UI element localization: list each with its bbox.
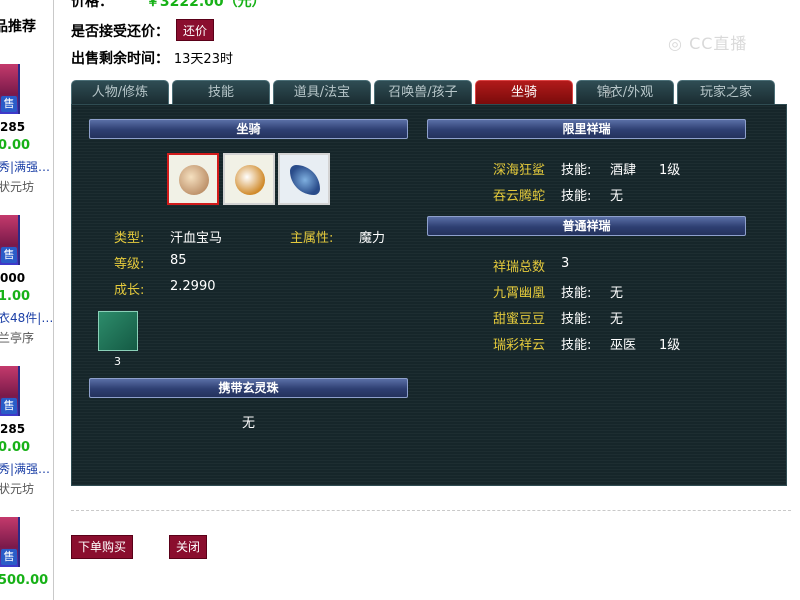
price-row: 价格： ￥3222.00（元） — [71, 0, 266, 11]
recommend-card[interactable]: 售 285 0.00 秀|满强… 状元坊 — [0, 366, 53, 506]
recommend-card[interactable]: 售 285 0.00 秀|满强… 状元坊 — [0, 64, 53, 204]
limited-name: 深海狂鲨 — [493, 163, 546, 178]
card-line1: 285 — [0, 422, 26, 436]
normal-skill: 巫医 — [610, 338, 637, 353]
detail-tabs: 人物/修炼 技能 道具/法宝 召唤兽/孩子 坐骑 锦衣/外观 玩家之家 — [71, 80, 787, 104]
card-desc[interactable]: 秀|满强… — [0, 460, 50, 477]
tab-skills[interactable]: 技能 — [172, 80, 270, 104]
recommend-card[interactable]: 售 500.00 — [0, 517, 53, 600]
mount-sheep-icon[interactable] — [223, 153, 275, 205]
remain-value: 13天23时 — [173, 52, 233, 67]
normal-name: 九霄幽凰 — [493, 286, 546, 301]
card-desc[interactable]: 秀|满强… — [0, 158, 50, 175]
main-attr-value: 魔力 — [359, 231, 386, 246]
growth-label: 成长: — [114, 283, 145, 298]
sell-badge: 售 — [1, 398, 17, 414]
skill-count: 3 — [114, 355, 121, 368]
mount-dragon-icon[interactable] — [278, 153, 330, 205]
limited-level: 1级 — [659, 163, 681, 178]
normal-name: 甜蜜豆豆 — [493, 312, 546, 327]
card-thumbnail[interactable]: 售 — [0, 517, 20, 567]
hand-cursor-icon: ☝ — [604, 86, 613, 102]
recommend-sidebar: 品推荐 售 285 0.00 秀|满强… 状元坊 售 000 1.00 衣48件… — [0, 0, 54, 600]
limited-skill: 无 — [610, 189, 624, 204]
remain-row: 出售剩余时间： 13天23时 — [71, 48, 233, 68]
tab-character[interactable]: 人物/修炼 — [71, 80, 169, 104]
normal-skill-label: 技能: — [561, 312, 592, 327]
stream-watermark: ◎ CC直播 — [668, 30, 747, 54]
card-price: 500.00 — [0, 573, 49, 588]
card-thumbnail[interactable]: 售 — [0, 366, 20, 416]
orb-value: 无 — [242, 416, 256, 431]
close-button[interactable]: 关闭 — [169, 535, 207, 559]
normal-level: 1级 — [659, 338, 681, 353]
type-value: 汗血宝马 — [170, 231, 223, 246]
footer-divider — [71, 510, 791, 511]
limited-skill-label: 技能: — [561, 163, 592, 178]
limited-name: 吞云腾蛇 — [493, 189, 546, 204]
mount-skill-icon[interactable] — [98, 311, 138, 351]
orb-section-header: 携带玄灵珠 — [89, 378, 408, 398]
card-seller: 兰亭序 — [0, 331, 35, 345]
price-value: ￥3222.00（元） — [145, 0, 266, 10]
limited-section-header: 限里祥瑞 — [427, 119, 746, 139]
type-label: 类型: — [114, 231, 145, 246]
mount-horse-icon[interactable] — [167, 153, 219, 205]
watermark-icon: ◎ — [668, 34, 683, 53]
card-price: 0.00 — [0, 440, 31, 455]
card-desc[interactable]: 衣48件|… — [0, 309, 53, 326]
main-attr-label: 主属性: — [290, 231, 334, 246]
mount-panel: 坐骑 类型: 汗血宝马 主属性: 魔力 等级: 85 成长: 2.2990 3 … — [71, 104, 787, 486]
card-thumbnail[interactable]: 售 — [0, 64, 20, 114]
buy-button[interactable]: 下单购买 — [71, 535, 133, 559]
tab-pets[interactable]: 召唤兽/孩子 — [374, 80, 472, 104]
card-line1: 000 — [0, 271, 26, 285]
level-value: 85 — [170, 253, 187, 268]
mount-section-header: 坐骑 — [89, 119, 408, 139]
tab-items[interactable]: 道具/法宝 — [273, 80, 371, 104]
card-seller: 状元坊 — [0, 180, 35, 194]
sell-badge: 售 — [1, 247, 17, 263]
watermark-text: CC直播 — [689, 34, 748, 53]
haggle-button[interactable]: 还价 — [176, 19, 214, 41]
level-label: 等级: — [114, 257, 145, 272]
tab-outfits[interactable]: 锦衣/外观 — [576, 80, 674, 104]
normal-skill-label: 技能: — [561, 338, 592, 353]
card-seller: 状元坊 — [0, 482, 35, 496]
card-price: 0.00 — [0, 138, 31, 153]
card-thumbnail[interactable]: 售 — [0, 215, 20, 265]
sell-badge: 售 — [1, 549, 17, 565]
growth-value: 2.2990 — [170, 279, 216, 294]
sidebar-title: 品推荐 — [0, 19, 36, 35]
limited-skill: 酒肆 — [610, 163, 637, 178]
tab-home[interactable]: 玩家之家 — [677, 80, 775, 104]
sell-badge: 售 — [1, 96, 17, 112]
tab-mounts[interactable]: 坐骑 — [475, 80, 573, 104]
recommend-card[interactable]: 售 000 1.00 衣48件|… 兰亭序 — [0, 215, 53, 355]
card-line1: 285 — [0, 120, 26, 134]
normal-name: 瑞彩祥云 — [493, 338, 546, 353]
normal-section-header: 普通祥瑞 — [427, 216, 746, 236]
normal-skill: 无 — [610, 286, 624, 301]
card-price: 1.00 — [0, 289, 31, 304]
price-label: 价格： — [71, 0, 113, 10]
limited-skill-label: 技能: — [561, 189, 592, 204]
remain-label: 出售剩余时间： — [71, 51, 169, 67]
normal-total-value: 3 — [561, 256, 570, 271]
normal-skill: 无 — [610, 312, 624, 327]
normal-total-label: 祥瑞总数 — [493, 260, 546, 275]
haggle-label: 是否接受还价： — [71, 24, 169, 40]
normal-skill-label: 技能: — [561, 286, 592, 301]
